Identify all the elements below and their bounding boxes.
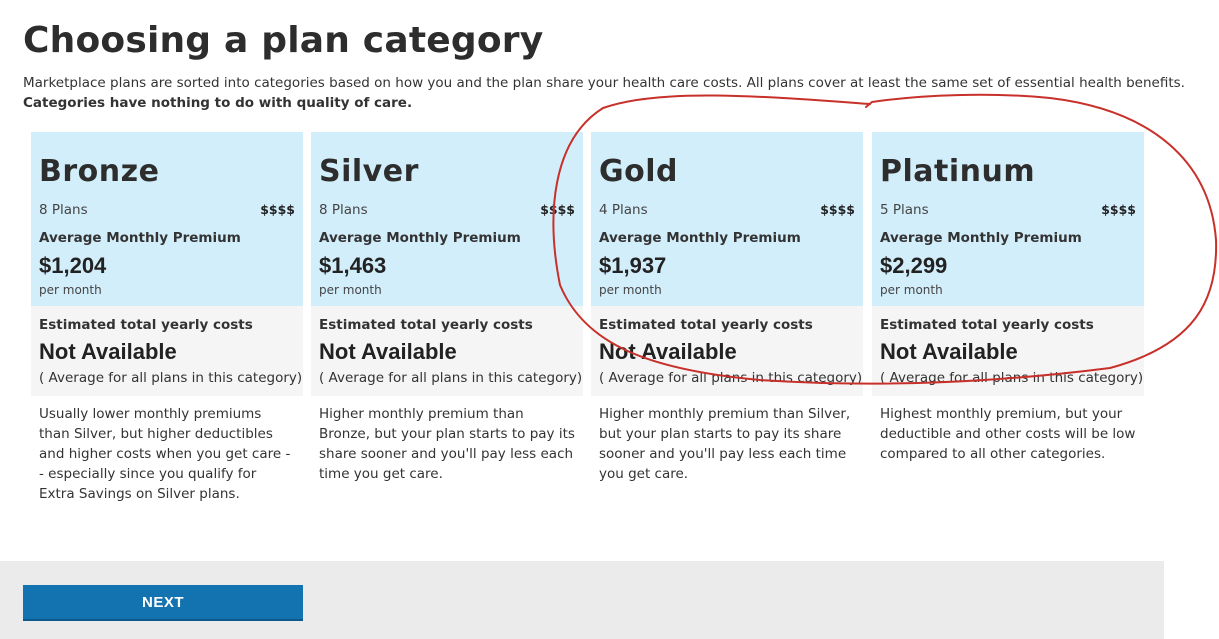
price-scale: $$$$ [540,202,575,217]
card-premium-section: Bronze 8 Plans $$$$ Average Monthly Prem… [31,132,303,306]
plan-card-gold[interactable]: Gold 4 Plans $$$$ Average Monthly Premiu… [591,132,863,484]
yearly-costs-note: ( Average for all plans in this category… [319,370,583,386]
card-title: Platinum [880,154,1036,189]
yearly-costs-value: Not Available [319,339,457,364]
premium-label: Average Monthly Premium [319,230,521,246]
premium-value: $1,204 [39,253,107,278]
intro-text: Marketplace plans are sorted into catego… [23,73,1203,113]
card-title: Bronze [39,154,160,189]
yearly-costs-value: Not Available [39,339,177,364]
card-description: Highest monthly premium, but your deduct… [880,406,1136,462]
card-premium-section: Gold 4 Plans $$$$ Average Monthly Premiu… [591,132,863,306]
yearly-costs-note: ( Average for all plans in this category… [39,370,303,386]
yearly-costs-value: Not Available [880,339,1018,364]
card-title: Silver [319,154,419,189]
per-month-label: per month [880,283,943,297]
plans-count: 8 Plans [319,202,368,218]
intro-description: Marketplace plans are sorted into catego… [23,75,1185,91]
price-scale: $$$$ [1101,202,1136,217]
premium-label: Average Monthly Premium [599,230,801,246]
yearly-costs-label: Estimated total yearly costs [39,317,253,333]
price-scale: $$$$ [820,202,855,217]
per-month-label: per month [599,283,662,297]
yearly-costs-note: ( Average for all plans in this category… [880,370,1144,386]
plan-card-silver[interactable]: Silver 8 Plans $$$$ Average Monthly Prem… [311,132,583,484]
premium-label: Average Monthly Premium [39,230,241,246]
card-description: Higher monthly premium than Silver, but … [599,406,851,482]
yearly-costs-label: Estimated total yearly costs [880,317,1094,333]
premium-value: $1,463 [319,253,387,278]
card-yearly-section: Estimated total yearly costs Not Availab… [31,306,303,396]
intro-emphasis: Categories have nothing to do with quali… [23,95,413,111]
premium-value: $2,299 [880,253,948,278]
card-title: Gold [599,154,678,189]
next-button[interactable]: NEXT [23,585,303,621]
plans-count: 5 Plans [880,202,929,218]
card-premium-section: Platinum 5 Plans $$$$ Average Monthly Pr… [872,132,1144,306]
card-yearly-section: Estimated total yearly costs Not Availab… [591,306,863,396]
card-yearly-section: Estimated total yearly costs Not Availab… [311,306,583,396]
page-title: Choosing a plan category [23,20,544,61]
per-month-label: per month [319,283,382,297]
yearly-costs-label: Estimated total yearly costs [599,317,813,333]
card-description: Higher monthly premium than Bronze, but … [319,406,575,482]
yearly-costs-value: Not Available [599,339,737,364]
card-description: Usually lower monthly premiums than Silv… [39,406,291,502]
price-scale: $$$$ [260,202,295,217]
premium-label: Average Monthly Premium [880,230,1082,246]
footer-bar: NEXT [0,561,1164,639]
per-month-label: per month [39,283,102,297]
premium-value: $1,937 [599,253,667,278]
yearly-costs-note: ( Average for all plans in this category… [599,370,863,386]
card-yearly-section: Estimated total yearly costs Not Availab… [872,306,1144,396]
plan-card-bronze[interactable]: Bronze 8 Plans $$$$ Average Monthly Prem… [31,132,303,504]
plans-count: 8 Plans [39,202,88,218]
card-premium-section: Silver 8 Plans $$$$ Average Monthly Prem… [311,132,583,306]
yearly-costs-label: Estimated total yearly costs [319,317,533,333]
plan-card-platinum[interactable]: Platinum 5 Plans $$$$ Average Monthly Pr… [872,132,1144,464]
plans-count: 4 Plans [599,202,648,218]
